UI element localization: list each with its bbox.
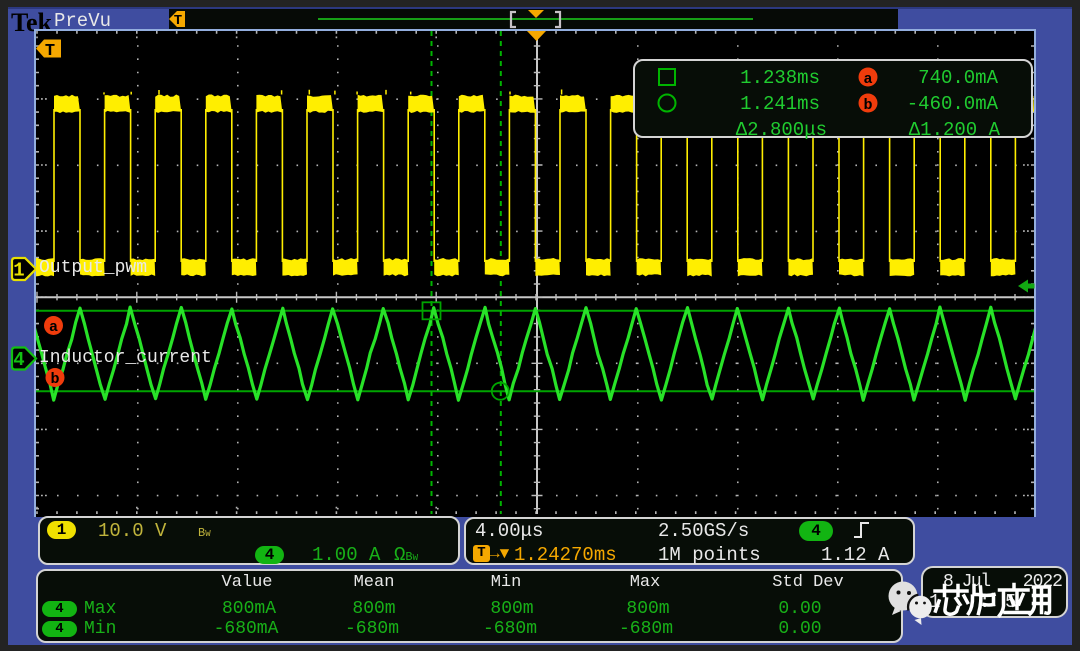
svg-text:b: b <box>50 371 59 388</box>
svg-text:b: b <box>863 97 872 114</box>
svg-text:a: a <box>863 71 872 88</box>
svg-text:a: a <box>49 319 58 336</box>
svg-text:T: T <box>45 42 55 61</box>
svg-text:4: 4 <box>13 349 24 371</box>
svg-text:1: 1 <box>13 260 24 282</box>
